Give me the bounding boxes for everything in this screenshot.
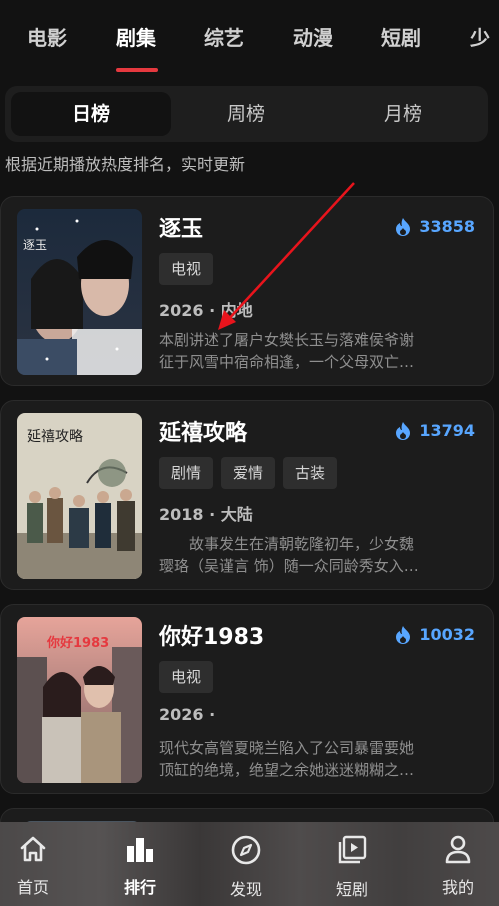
category-tabs: 电影 剧集 综艺 动漫 短剧 少 [0, 0, 499, 80]
year-region: 2026 · [159, 705, 216, 724]
show-card[interactable]: 逐玉 逐玉 33858 电视 2026 · 内地 本剧讲述了屠户女樊长玉与落难侯… [0, 196, 494, 386]
show-description: 本剧讲述了屠户女樊长玉与落难侯爷谢 征于风雪中宿命相逢，一个父母双亡… [159, 331, 415, 371]
active-tab-indicator [116, 68, 158, 72]
flame-icon [396, 625, 411, 644]
show-title[interactable]: 你好1983 [159, 619, 264, 651]
tab-kids[interactable]: 少 [470, 22, 490, 51]
hot-score-value: 10032 [419, 625, 475, 644]
genre-tag[interactable]: 古装 [283, 457, 338, 489]
genre-tag[interactable]: 电视 [159, 661, 214, 693]
show-card[interactable]: 延禧攻略 延禧攻略 13794 剧情 爱情 古装 2018 · 大陆 故事发生在… [0, 400, 494, 590]
hot-score: 10032 [395, 625, 475, 644]
nav-label: 短剧 [335, 880, 368, 899]
nav-short-drama[interactable]: 短剧 [312, 834, 392, 900]
show-description: 现代女高管夏晓兰陷入了公司暴雷要她 顶缸的绝境，绝望之余她迷迷糊糊之… [159, 739, 415, 779]
ranking-description: 根据近期播放热度排名，实时更新 [5, 155, 246, 174]
tab-variety[interactable]: 综艺 [204, 22, 244, 51]
hot-score: 13794 [395, 421, 475, 440]
flame-icon [396, 421, 411, 440]
play-library-icon [338, 835, 367, 864]
home-icon [20, 836, 46, 862]
tab-series[interactable]: 剧集 [116, 22, 156, 51]
tag-list: 电视 [159, 661, 214, 693]
year-region: 2018 · 大陆 [159, 505, 253, 524]
tag-list: 电视 [159, 253, 214, 285]
nav-label: 发现 [229, 880, 262, 899]
user-icon [445, 835, 471, 864]
nav-profile[interactable]: 我的 [418, 834, 498, 898]
hot-score-value: 33858 [419, 217, 475, 236]
show-title[interactable]: 延禧攻略 [159, 415, 247, 447]
tab-monthly-ranking[interactable]: 月榜 [323, 92, 483, 136]
tab-movies[interactable]: 电影 [27, 22, 67, 51]
show-title[interactable]: 逐玉 [159, 211, 203, 243]
tab-anime[interactable]: 动漫 [293, 22, 333, 51]
nav-ranking[interactable]: 排行 [100, 834, 180, 898]
poster-image: 你好1983 [17, 617, 142, 783]
bottom-nav: 首页 排行 发现 短剧 我的 [0, 822, 499, 906]
compass-icon [231, 835, 261, 865]
nav-label: 我的 [441, 878, 474, 897]
hot-score: 33858 [395, 217, 475, 236]
year-region: 2026 · 内地 [159, 301, 253, 320]
ranking-period-selector: 日榜 周榜 月榜 [5, 86, 488, 142]
hot-score-value: 13794 [419, 421, 475, 440]
nav-label: 排行 [123, 878, 156, 897]
show-description: 故事发生在清朝乾隆初年，少女魏 璎珞（吴谨言 饰）随一众同龄秀女入… [159, 535, 419, 575]
genre-tag[interactable]: 爱情 [221, 457, 276, 489]
tab-daily-ranking[interactable]: 日榜 [11, 92, 171, 136]
nav-discover[interactable]: 发现 [206, 834, 286, 900]
tab-short-drama[interactable]: 短剧 [381, 22, 421, 51]
nav-home[interactable]: 首页 [0, 834, 73, 898]
genre-tag[interactable]: 剧情 [159, 457, 214, 489]
tab-weekly-ranking[interactable]: 周榜 [166, 92, 326, 136]
poster-title-text: 逐玉 [23, 238, 47, 252]
show-card[interactable]: 你好1983 你好1983 10032 电视 2026 · 现代女高管夏晓兰陷入… [0, 604, 494, 794]
poster-title-text: 你好1983 [46, 635, 109, 651]
genre-tag[interactable]: 电视 [159, 253, 214, 285]
nav-label: 首页 [16, 878, 49, 897]
flame-icon [396, 217, 411, 236]
poster-image: 延禧攻略 [17, 413, 142, 579]
tag-list: 剧情 爱情 古装 [159, 457, 338, 489]
poster-image: 逐玉 [17, 209, 142, 375]
poster-title-text: 延禧攻略 [27, 429, 83, 445]
bar-chart-icon [127, 838, 153, 862]
